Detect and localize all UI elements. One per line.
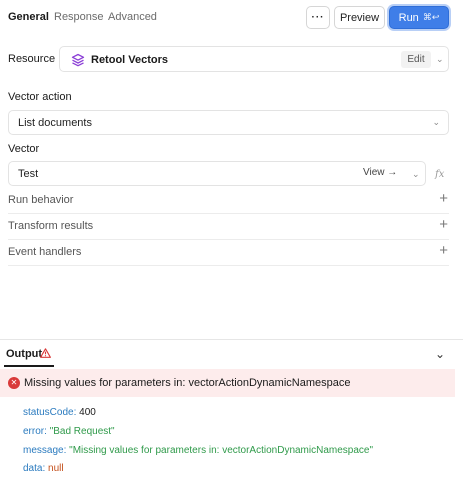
- tab-advanced[interactable]: Advanced: [108, 11, 157, 23]
- error-message: Missing values for parameters in: vector…: [24, 377, 351, 389]
- preview-button[interactable]: Preview: [334, 6, 385, 29]
- output-tab[interactable]: Output: [6, 348, 42, 360]
- output-key: error:: [23, 426, 47, 437]
- plus-icon[interactable]: +: [439, 216, 448, 233]
- output-value: null: [48, 463, 64, 474]
- resource-select[interactable]: Retool Vectors Edit ⌄: [59, 46, 449, 72]
- output-value: "Bad Request": [49, 426, 115, 437]
- run-button[interactable]: Run ⌘↩: [389, 6, 449, 29]
- vector-action-value: List documents: [18, 117, 92, 129]
- view-vector-link[interactable]: View →: [363, 167, 397, 178]
- section-event-handlers[interactable]: Event handlers +: [8, 240, 449, 266]
- output-field-data: data: null: [23, 463, 64, 474]
- output-key: data:: [23, 463, 46, 474]
- vector-label: Vector: [8, 143, 40, 155]
- collapse-output-chevron-icon[interactable]: ⌄: [435, 347, 445, 361]
- plus-icon[interactable]: +: [439, 242, 448, 259]
- chevron-down-icon[interactable]: ⌄: [436, 54, 444, 65]
- stack-layers-icon: [71, 53, 85, 67]
- run-shortcut-icon: ⌘↩: [422, 12, 440, 22]
- run-button-label: Run: [398, 11, 419, 24]
- vector-select[interactable]: Test View → ⌄: [8, 161, 426, 186]
- edit-resource-button[interactable]: Edit: [401, 51, 431, 68]
- error-x-icon: ✕: [8, 377, 20, 389]
- output-field-message: message: "Missing values for parameters …: [23, 445, 373, 456]
- section-label: Event handlers: [8, 246, 82, 258]
- query-editor-toolbar: General Response Advanced ··· Preview Ru…: [0, 0, 463, 36]
- warning-icon: [40, 348, 51, 361]
- output-value: 400: [79, 407, 96, 418]
- output-divider: [0, 339, 463, 340]
- output-tab-underline: [4, 365, 54, 367]
- output-key: message:: [23, 445, 67, 456]
- tab-response[interactable]: Response: [54, 11, 104, 23]
- more-icon: ···: [311, 12, 325, 23]
- vector-value: Test: [18, 168, 39, 180]
- output-key: statusCode:: [23, 407, 77, 418]
- resource-label: Resource: [8, 53, 56, 65]
- chevron-down-icon: ⌄: [412, 169, 420, 179]
- tab-general[interactable]: General: [8, 11, 49, 23]
- section-transform-results[interactable]: Transform results +: [8, 214, 449, 240]
- fx-icon[interactable]: fx: [435, 169, 444, 180]
- section-run-behavior[interactable]: Run behavior +: [8, 188, 449, 214]
- section-label: Run behavior: [8, 194, 74, 206]
- vector-action-select[interactable]: List documents ⌄: [8, 110, 449, 135]
- section-label: Transform results: [8, 220, 94, 232]
- output-value: "Missing values for parameters in: vecto…: [69, 445, 374, 456]
- preview-button-label: Preview: [339, 11, 380, 24]
- chevron-down-icon: ⌄: [432, 117, 440, 127]
- resource-name: Retool Vectors: [91, 54, 169, 66]
- more-options-button[interactable]: ···: [306, 6, 330, 29]
- output-field-error: error: "Bad Request": [23, 426, 115, 437]
- vector-action-label: Vector action: [8, 91, 72, 103]
- plus-icon[interactable]: +: [439, 190, 448, 207]
- output-field-status-code: statusCode: 400: [23, 407, 96, 418]
- error-banner: ✕ Missing values for parameters in: vect…: [0, 369, 455, 397]
